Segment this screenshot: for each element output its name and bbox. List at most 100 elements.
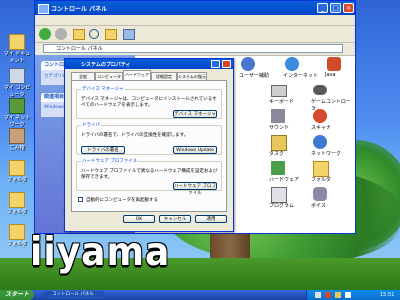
desktop-icon-list: マイ ドキュメント マイ コンピュータ マイ ネットワーク ごみ箱 フォルダ フ… [0, 0, 34, 290]
dialog-close-button[interactable] [222, 60, 231, 68]
cp-item-java[interactable]: Java [325, 57, 355, 79]
desktop-icon-label: マイ ネットワーク [3, 115, 31, 128]
up-folder-icon[interactable] [73, 29, 85, 40]
hardware-profiles-description: ハードウェア プロファイルで異なるハードウェア構成を設定および保存できます。 [81, 169, 218, 180]
cp-item-label: Java [325, 72, 336, 78]
cp-item-voice[interactable]: ボイス [311, 187, 351, 209]
hardware-profiles-group: ハードウェア プロファイル ハードウェア プロファイルで異なるハードウェア構成を… [76, 158, 222, 196]
ok-button[interactable]: OK [123, 215, 155, 223]
tab-computer-name[interactable]: コンピュータ名 [95, 72, 123, 87]
programs-icon [271, 187, 287, 203]
dialog-titlebar[interactable]: システムのプロパティ [65, 59, 233, 69]
system-properties-dialog: システムのプロパティ 全般 コンピュータ名 ハードウェア 詳細設定 システムの復… [64, 58, 234, 232]
tasks-icon [271, 135, 287, 151]
taskbar-task-control-panel[interactable]: コントロール パネル [44, 291, 104, 299]
cp-item-label: ネットワーク [311, 151, 342, 157]
toolbar [35, 26, 355, 43]
driver-signing-button[interactable]: ドライバの署名 [81, 146, 125, 154]
desktop-icon-label: フォルダ [6, 177, 27, 183]
auto-restart-checkbox[interactable] [78, 197, 83, 202]
desktop-icon-my-computer[interactable]: マイ コンピュータ [0, 68, 34, 98]
folder-icon [9, 160, 25, 176]
cp-item-internet[interactable]: インターネット [283, 57, 323, 79]
cp-item-sound[interactable]: サウンド [269, 109, 309, 131]
device-manager-group: デバイス マネージャ デバイス マネージャは、コンピュータにインストールされてい… [76, 86, 222, 119]
search-icon[interactable] [89, 29, 99, 39]
address-field[interactable]: コントロール パネル [43, 44, 343, 53]
views-icon[interactable] [123, 29, 135, 40]
network-icon [9, 98, 25, 114]
cp-item-keyboard[interactable]: キーボード [269, 83, 309, 105]
brand-logo: iiyama [30, 229, 171, 276]
globe-icon [285, 57, 299, 71]
cp-item-label: タスク [269, 151, 285, 157]
keyboard-icon [271, 85, 287, 97]
taskbar-clock: 15:51 [380, 292, 395, 298]
folder-icon [9, 224, 25, 240]
cp-item-scanner[interactable]: スキャナ [311, 109, 351, 131]
maximize-button[interactable]: □ [330, 3, 341, 13]
network-icon [313, 135, 327, 149]
window-title: コントロール パネル [51, 6, 108, 13]
tray-network-icon[interactable] [315, 292, 321, 298]
tab-hardware[interactable]: ハードウェア [123, 70, 151, 80]
drivers-group-title: ドライバ [81, 122, 101, 128]
apply-button[interactable]: 適用 [195, 215, 227, 223]
java-icon [327, 57, 341, 71]
speaker-icon [271, 109, 285, 123]
address-text: コントロール パネル [56, 46, 103, 52]
hardware-icon [271, 161, 285, 175]
tray-security-icon[interactable] [335, 292, 341, 298]
menu-bar [35, 15, 355, 26]
desktop-icon-recycle-bin[interactable]: ごみ箱 [0, 128, 34, 154]
cp-item-game-controller[interactable]: ゲームコントローラ [311, 83, 351, 112]
windows-update-button[interactable]: Windows Update [173, 146, 217, 154]
cp-item-label: インターネット [283, 73, 319, 79]
cp-item-label: ユーザー補助 [239, 73, 269, 79]
cp-item-folder[interactable]: フォルダ [311, 161, 351, 183]
recycle-bin-icon [9, 128, 25, 144]
hardware-profiles-button[interactable]: ハードウェア プロファイル [173, 182, 217, 196]
cp-item-label: キーボード [269, 99, 295, 105]
tab-general[interactable]: 全般 [71, 72, 95, 80]
cp-item-network[interactable]: ネットワーク [311, 135, 351, 157]
folders-icon[interactable] [105, 29, 117, 40]
desktop-icon-my-documents[interactable]: マイ ドキュメント [0, 34, 34, 64]
back-arrow-icon[interactable] [39, 28, 51, 40]
taskbar-task-label: コントロール パネル [52, 292, 94, 297]
cp-item-label: サウンド [269, 125, 290, 131]
tab-advanced[interactable]: 詳細設定 [151, 72, 177, 80]
cancel-button[interactable]: キャンセル [159, 215, 191, 223]
scanner-icon [313, 109, 327, 123]
device-manager-group-title: デバイス マネージャ [81, 86, 125, 92]
gamepad-icon [313, 85, 327, 95]
cp-item-accessibility[interactable]: ユーザー補助 [239, 57, 279, 79]
tray-volume-icon[interactable] [325, 292, 331, 298]
folder-icon [9, 34, 25, 50]
desktop-icon-folder-3[interactable]: フォルダ [0, 224, 34, 250]
start-button[interactable]: スタート [0, 290, 34, 300]
cp-item-tasks[interactable]: タスク [269, 135, 309, 157]
device-manager-button[interactable]: デバイス マネージャ [173, 110, 217, 118]
dialog-title: システムのプロパティ [81, 62, 131, 68]
cp-item-programs[interactable]: プログラム [269, 187, 309, 209]
desktop-icon-folder-1[interactable]: フォルダ [0, 160, 34, 186]
cp-item-label: プログラム [269, 203, 294, 209]
desktop-icon-folder-2[interactable]: フォルダ [0, 192, 34, 218]
accessibility-icon [241, 57, 255, 71]
close-button[interactable]: × [343, 3, 354, 13]
dialog-help-button[interactable] [211, 60, 220, 68]
cp-item-label: ハードウェア [269, 177, 300, 183]
forward-arrow-icon[interactable] [55, 28, 67, 40]
tray-ime-icon[interactable] [345, 292, 351, 298]
desktop-icon-network[interactable]: マイ ネットワーク [0, 98, 34, 128]
window-titlebar[interactable]: コントロール パネル _ □ × [35, 1, 355, 15]
drivers-description: ドライバの署名で、ドライバの互換性を確認します。 [81, 133, 189, 138]
auto-restart-label: 自動的にコンピュータを再起動する [86, 198, 158, 203]
cp-item-hardware[interactable]: ハードウェア [269, 161, 309, 183]
minimize-button[interactable]: _ [317, 3, 328, 13]
desktop-icon-label: ごみ箱 [9, 145, 25, 151]
cp-item-label: ボイス [311, 203, 326, 209]
tab-system-restore[interactable]: システムの復元 [177, 72, 207, 80]
hardware-profiles-group-title: ハードウェア プロファイル [81, 158, 139, 164]
